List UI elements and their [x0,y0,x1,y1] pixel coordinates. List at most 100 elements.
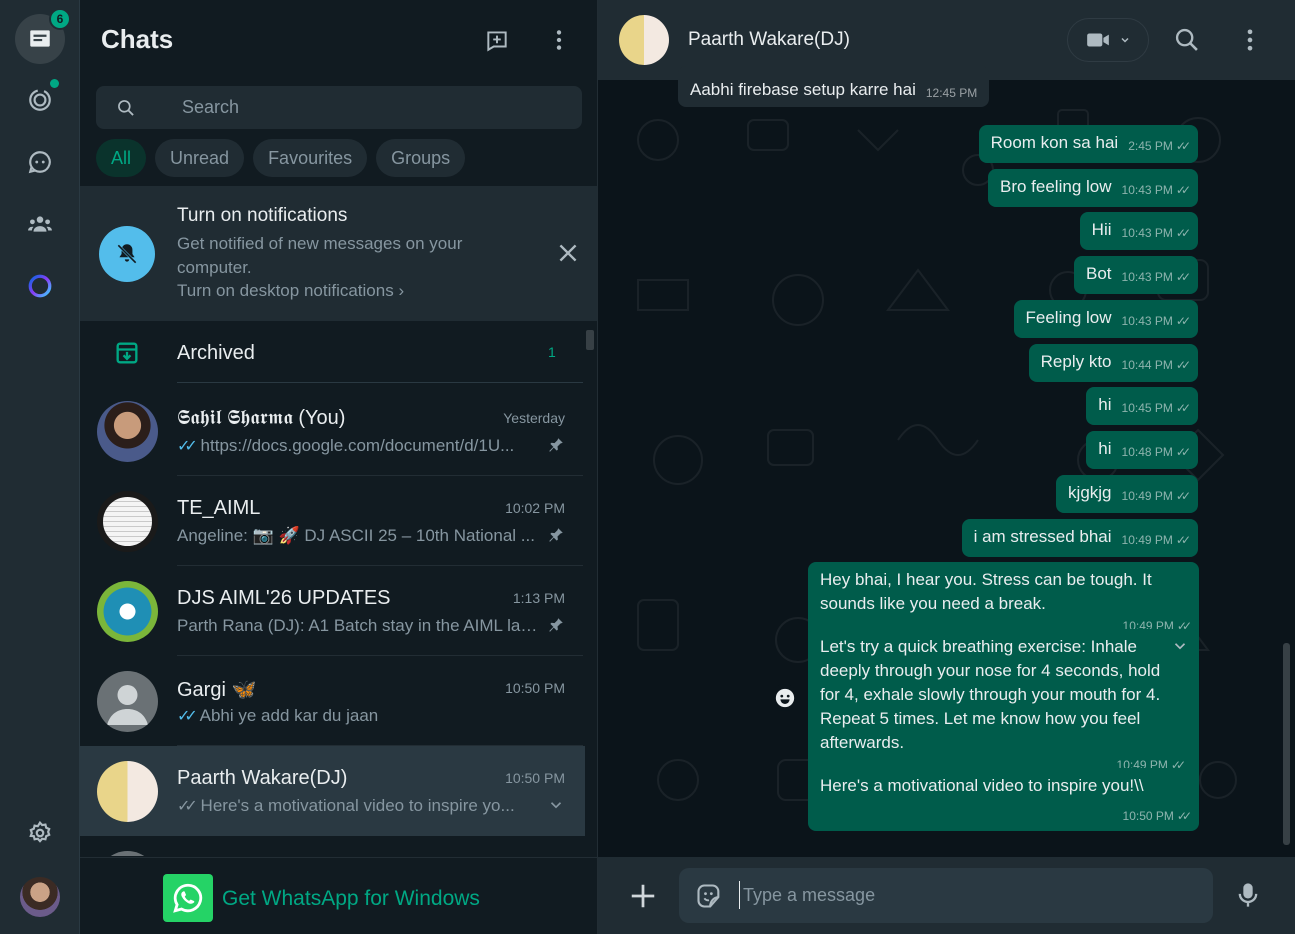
message-meta: 10:44 PM ✓✓ [1121,358,1192,372]
message-outgoing[interactable]: Room kon sa hai 2:45 PM ✓✓ [978,125,1198,163]
message-outgoing[interactable]: Feeling low 10:43 PM ✓✓ [1013,300,1198,338]
contact-name[interactable]: Paarth Wakare(DJ) [688,29,850,51]
chevron-down-icon[interactable] [1171,637,1189,655]
chat-time: 10:50 PM [505,770,565,786]
more-vertical-icon[interactable] [1236,26,1264,54]
new-chat-button[interactable] [479,22,515,58]
avatar [97,581,158,642]
message-outgoing[interactable]: Here's a motivational video to inspire y… [808,768,1199,831]
chat-item-djs-aiml[interactable]: DJS AIML'26 UPDATES 1:13 PM Parth Rana (… [80,566,585,656]
chats-icon [30,30,50,47]
message-meta: 10:50 PM ✓✓ [1122,809,1193,823]
message-outgoing[interactable]: Hii 10:43 PM ✓✓ [1079,212,1198,250]
filter-all[interactable]: All [96,139,147,177]
status-nav-button[interactable] [15,75,65,125]
message-outgoing[interactable]: Reply kto 10:44 PM ✓✓ [1028,344,1198,382]
contact-avatar[interactable] [619,15,669,65]
chat-item-sahil[interactable]: 𝕾𝖆𝖍𝖎𝖑 𝕾𝖍𝖆𝖗𝖒𝖆 (You) Yesterday ✓✓ https://… [80,386,585,476]
chat-preview: Parth Rana (DJ): A1 Batch stay in the AI… [177,616,542,635]
message-outgoing[interactable]: Bro feeling low 10:43 PM ✓✓ [988,169,1198,207]
composer-bar [598,857,1295,934]
channels-nav-button[interactable] [15,137,65,187]
filter-chips: All Unread Favourites Groups [96,139,466,177]
notification-link[interactable]: Turn on desktop notifications › [177,281,404,301]
get-app-banner[interactable]: Get WhatsApp for Windows [80,857,597,934]
close-icon[interactable] [555,240,581,266]
whatsapp-logo-icon [163,874,213,922]
chat-preview: ✓✓ Abhi ye add kar du jaan [177,706,379,725]
meta-ai-icon [28,274,52,298]
message-input[interactable] [739,881,1189,909]
chevron-down-icon [1121,37,1129,43]
chat-preview: ✓✓ Here's a motivational video to inspir… [177,796,515,815]
message-incoming[interactable]: Aabhi firebase setup karre hai 12:45 PM [678,66,990,107]
message-meta: 10:49 PM ✓✓ [1121,533,1192,547]
message-text: Here's a motivational video to inspire y… [820,776,1144,795]
scrollbar[interactable] [1283,643,1290,845]
channels-icon [28,151,51,174]
archived-row[interactable]: Archived 1 [80,322,597,384]
nav-rail: 6 [0,0,80,934]
message-meta: 10:43 PM ✓✓ [1121,183,1192,197]
attach-plus-icon[interactable] [628,881,658,911]
delivered-ticks-icon: ✓✓ [1175,489,1191,503]
meta-ai-nav-button[interactable] [15,261,65,311]
archived-label: Archived [177,342,255,364]
message-list: Aabhi firebase setup karre hai 12:45 PM R… [598,66,1295,857]
message-outgoing[interactable]: i am stressed bhai 10:49 PM ✓✓ [961,519,1198,557]
scrollbar[interactable] [586,330,594,350]
avatar [97,401,158,462]
delivered-ticks-icon: ✓✓ [1175,533,1191,547]
chevron-down-icon[interactable] [547,796,565,814]
search-icon[interactable] [1173,26,1201,54]
new-chat-icon [487,31,507,52]
message-text: Hey bhai, I hear you. Stress can be toug… [820,570,1152,613]
whatsapp-app: 6 Chats Search All Unread Favourites Gro… [0,0,1295,934]
sidebar-title: Chats [101,24,174,54]
microphone-icon[interactable] [1234,879,1262,911]
message-outgoing[interactable]: Bot 10:43 PM ✓✓ [1073,256,1198,294]
filter-unread[interactable]: Unread [155,139,245,177]
video-call-button[interactable] [1067,18,1149,62]
get-app-label: Get WhatsApp for Windows [222,887,480,910]
message-text: Reply kto [1040,352,1112,371]
message-text: Feeling low [1025,308,1112,327]
message-outgoing[interactable]: hi 10:45 PM ✓✓ [1086,387,1198,425]
communities-nav-button[interactable] [15,199,65,249]
chats-nav-button[interactable]: 6 [15,8,71,64]
avatar [97,761,158,822]
react-emoji-button[interactable] [771,684,798,711]
search-icon [96,98,156,118]
message-meta: 10:48 PM ✓✓ [1121,445,1192,459]
filter-favourites[interactable]: Favourites [253,139,368,177]
message-outgoing[interactable]: kjgkjg 10:49 PM ✓✓ [1056,475,1198,513]
profile-avatar[interactable] [20,877,60,917]
notification-description: Get notified of new messages on your com… [177,234,463,277]
message-text: kjgkjg [1068,483,1112,502]
message-meta: 10:43 PM ✓✓ [1121,270,1192,284]
search-box [96,86,582,129]
pin-icon [549,438,563,452]
chat-time: Yesterday [503,410,565,426]
chat-preview: ✓✓ https://docs.google.com/document/d/1U… [177,436,515,455]
chat-item-partial [80,836,585,856]
message-text: Bot [1085,264,1112,283]
chat-name: Paarth Wakare(DJ) [177,767,348,789]
filter-groups[interactable]: Groups [376,139,466,177]
message-outgoing[interactable]: hi 10:48 PM ✓✓ [1086,431,1198,469]
search-input[interactable] [182,97,562,118]
sidebar-menu-button[interactable] [541,22,577,58]
message-meta: 10:43 PM ✓✓ [1121,314,1192,328]
chat-item-gargi[interactable]: Gargi 🦋 10:50 PM ✓✓ Abhi ye add kar du j… [80,656,585,746]
chat-item-te-aiml[interactable]: TE_AIML 10:02 PM Angeline: 📷 🚀 DJ ASCII … [80,476,585,566]
chat-item-paarth[interactable]: Paarth Wakare(DJ) 10:50 PM ✓✓ Here's a m… [80,746,585,836]
pin-icon [549,618,563,632]
sticker-emoji-icon[interactable] [695,882,723,910]
notification-title: Turn on notifications [177,205,348,226]
message-outgoing[interactable]: Let's try a quick breathing exercise: In… [808,629,1199,785]
chat-time: 10:50 PM [505,680,565,696]
settings-nav-button[interactable] [15,808,65,858]
message-text: Aabhi firebase setup karre hai [690,80,916,99]
status-dot [50,79,59,88]
sidebar-header: Chats [80,0,598,80]
